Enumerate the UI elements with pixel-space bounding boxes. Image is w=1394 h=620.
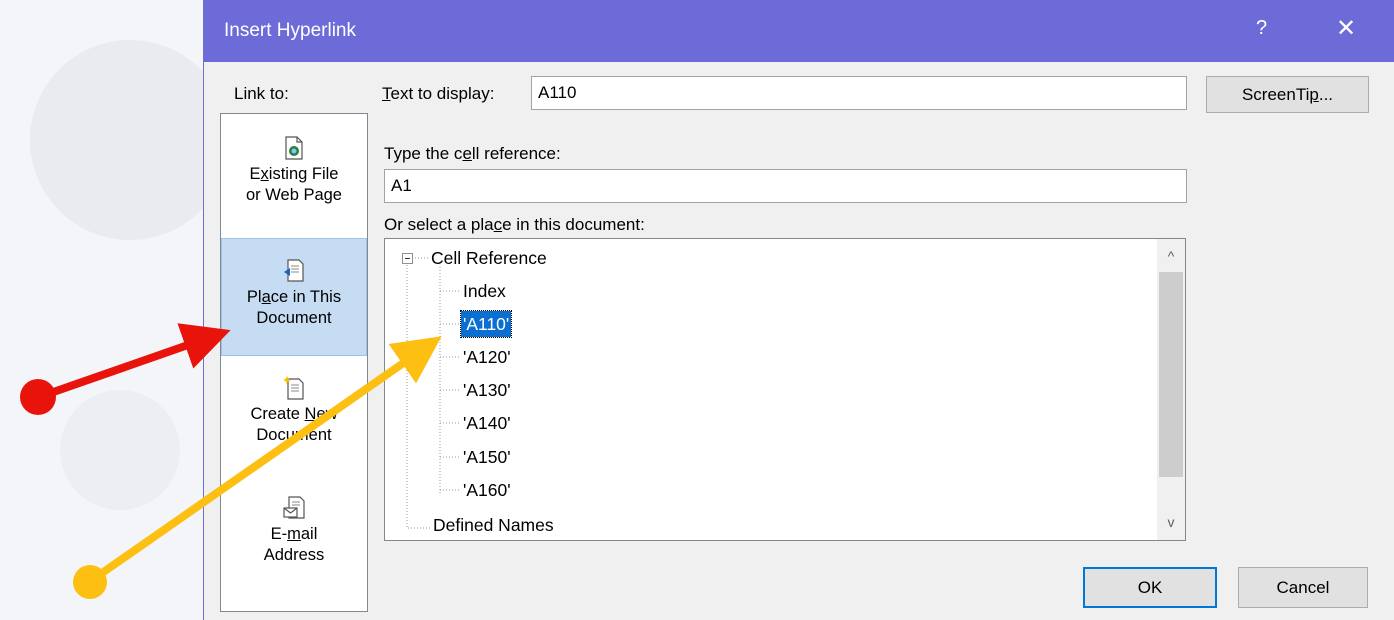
text-to-display-input[interactable] [531,76,1187,110]
place-in-document-line2: Document [256,309,332,327]
link-to-label: Link to: [234,84,289,103]
tree-node-a120[interactable]: 'A120' [463,344,511,370]
cell-reference-label: Type the cell reference: [384,144,561,163]
create-new-document-button[interactable]: Create New Document [221,376,367,476]
dialog-title: Insert Hyperlink [224,20,356,41]
existing-file-icon [285,136,303,160]
insert-hyperlink-dialog: Insert Hyperlink ? ✕ Link to: Existing F… [204,0,1394,620]
background-decoration [30,40,230,240]
tree-node-a150[interactable]: 'A150' [463,444,511,470]
place-in-document-label: Or select a place in this document: [384,215,645,234]
scroll-thumb[interactable] [1159,272,1183,477]
text-to-display-label: Text to display: [382,84,495,103]
background-decoration [60,390,180,510]
existing-file-line1: Existing File [249,165,339,183]
ok-button[interactable]: OK [1083,567,1217,608]
tree-node-defined-names[interactable]: Defined Names [433,512,554,538]
tree-node-a130[interactable]: 'A130' [463,377,511,403]
email-address-button[interactable]: E-mail Address [221,496,367,596]
scroll-up-button[interactable]: ^ [1157,243,1185,269]
tree-node-a110[interactable]: 'A110' [459,310,513,338]
tree-node-index[interactable]: Index [463,278,506,304]
collapse-icon[interactable] [402,253,413,264]
place-in-document-icon [284,259,304,282]
close-button[interactable]: ✕ [1336,14,1356,43]
email-icon [283,496,305,519]
place-in-document-line1: Place in This [246,288,342,306]
yellow-annotation-dot [73,565,107,599]
title-bar: Insert Hyperlink ? ✕ [204,0,1394,62]
link-to-bar: Existing File or Web Page Place in This … [220,113,368,612]
screentip-button[interactable]: ScreenTip... [1206,76,1369,113]
tree-node-a140[interactable]: 'A140' [463,410,511,436]
red-annotation-dot [20,379,56,415]
new-document-icon [283,376,304,400]
tree-scrollbar[interactable]: ^ v [1157,239,1185,540]
tree-node-cell-reference[interactable]: Cell Reference [431,245,547,271]
email-address-line1: E-mail [270,525,318,543]
document-places-tree[interactable]: Cell Reference Index 'A110' 'A120' 'A130… [384,238,1186,541]
email-address-line2: Address [263,546,325,564]
cancel-button[interactable]: Cancel [1238,567,1368,608]
existing-file-line2: or Web Page [245,186,342,204]
create-new-document-line2: Document [256,426,332,444]
tree-node-a160[interactable]: 'A160' [463,477,511,503]
create-new-document-line1: Create New [250,405,338,423]
place-in-document-button[interactable]: Place in This Document [221,238,367,356]
cell-reference-input[interactable] [384,169,1187,203]
scroll-down-button[interactable]: v [1157,509,1185,535]
red-annotation-arrow [40,323,231,400]
help-button[interactable]: ? [1256,17,1267,40]
existing-file-button[interactable]: Existing File or Web Page [221,136,367,236]
